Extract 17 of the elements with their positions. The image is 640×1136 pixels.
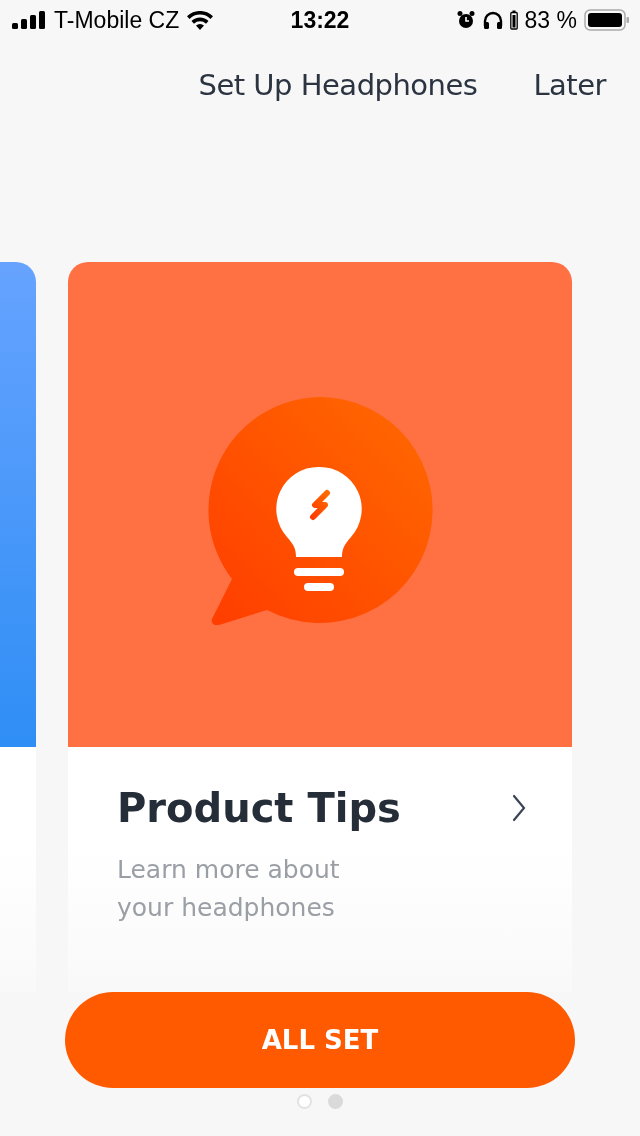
signal-icon	[12, 11, 46, 29]
clock-time: 13:22	[290, 6, 350, 34]
battery-icon	[584, 9, 630, 31]
headphone-battery-icon	[509, 10, 518, 30]
lightbulb-chat-icon	[206, 394, 434, 625]
card-title: Product Tips	[117, 785, 401, 831]
page-dot[interactable]	[297, 1094, 312, 1109]
battery-percentage: 83 %	[524, 6, 577, 34]
carrier-name: T-Mobile CZ	[54, 6, 180, 34]
page-dot[interactable]	[328, 1094, 343, 1109]
headphones-icon	[482, 10, 503, 30]
later-button[interactable]: Later	[533, 68, 606, 102]
card-description: Learn more about your headphones	[117, 854, 341, 924]
alarm-clock-icon	[455, 10, 476, 30]
chevron-right-icon	[512, 794, 526, 822]
wifi-icon	[187, 10, 214, 30]
screen-title: Set Up Headphones	[198, 68, 478, 102]
